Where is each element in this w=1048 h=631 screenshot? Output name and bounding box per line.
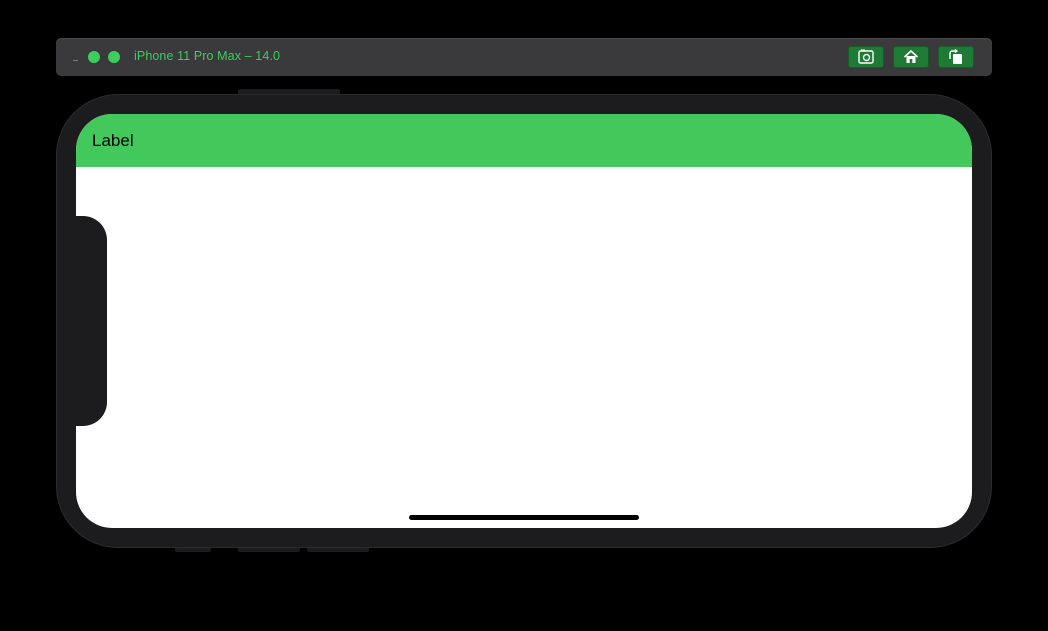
window-zoom-button[interactable] xyxy=(108,51,120,63)
window-minimize-button[interactable] xyxy=(88,51,100,63)
simulator-stage: iPhone 11 Pro Max – 14.0 Label xyxy=(0,0,1048,631)
window-close-button[interactable] xyxy=(73,58,78,63)
window-title: iPhone 11 Pro Max – 14.0 xyxy=(134,49,281,63)
home-icon xyxy=(903,49,919,63)
device-screen[interactable]: Label xyxy=(76,114,972,528)
home-indicator[interactable] xyxy=(409,515,639,520)
green-header-bar: Label xyxy=(76,114,972,167)
home-button[interactable] xyxy=(893,46,929,68)
rotate-button[interactable] xyxy=(938,46,974,68)
header-label: Label xyxy=(92,131,134,150)
rotate-icon xyxy=(949,49,962,64)
camera-icon xyxy=(858,49,874,64)
simulator-title-bar: iPhone 11 Pro Max – 14.0 xyxy=(56,38,992,76)
screenshot-button[interactable] xyxy=(848,46,884,68)
sensor-notch xyxy=(76,216,107,426)
